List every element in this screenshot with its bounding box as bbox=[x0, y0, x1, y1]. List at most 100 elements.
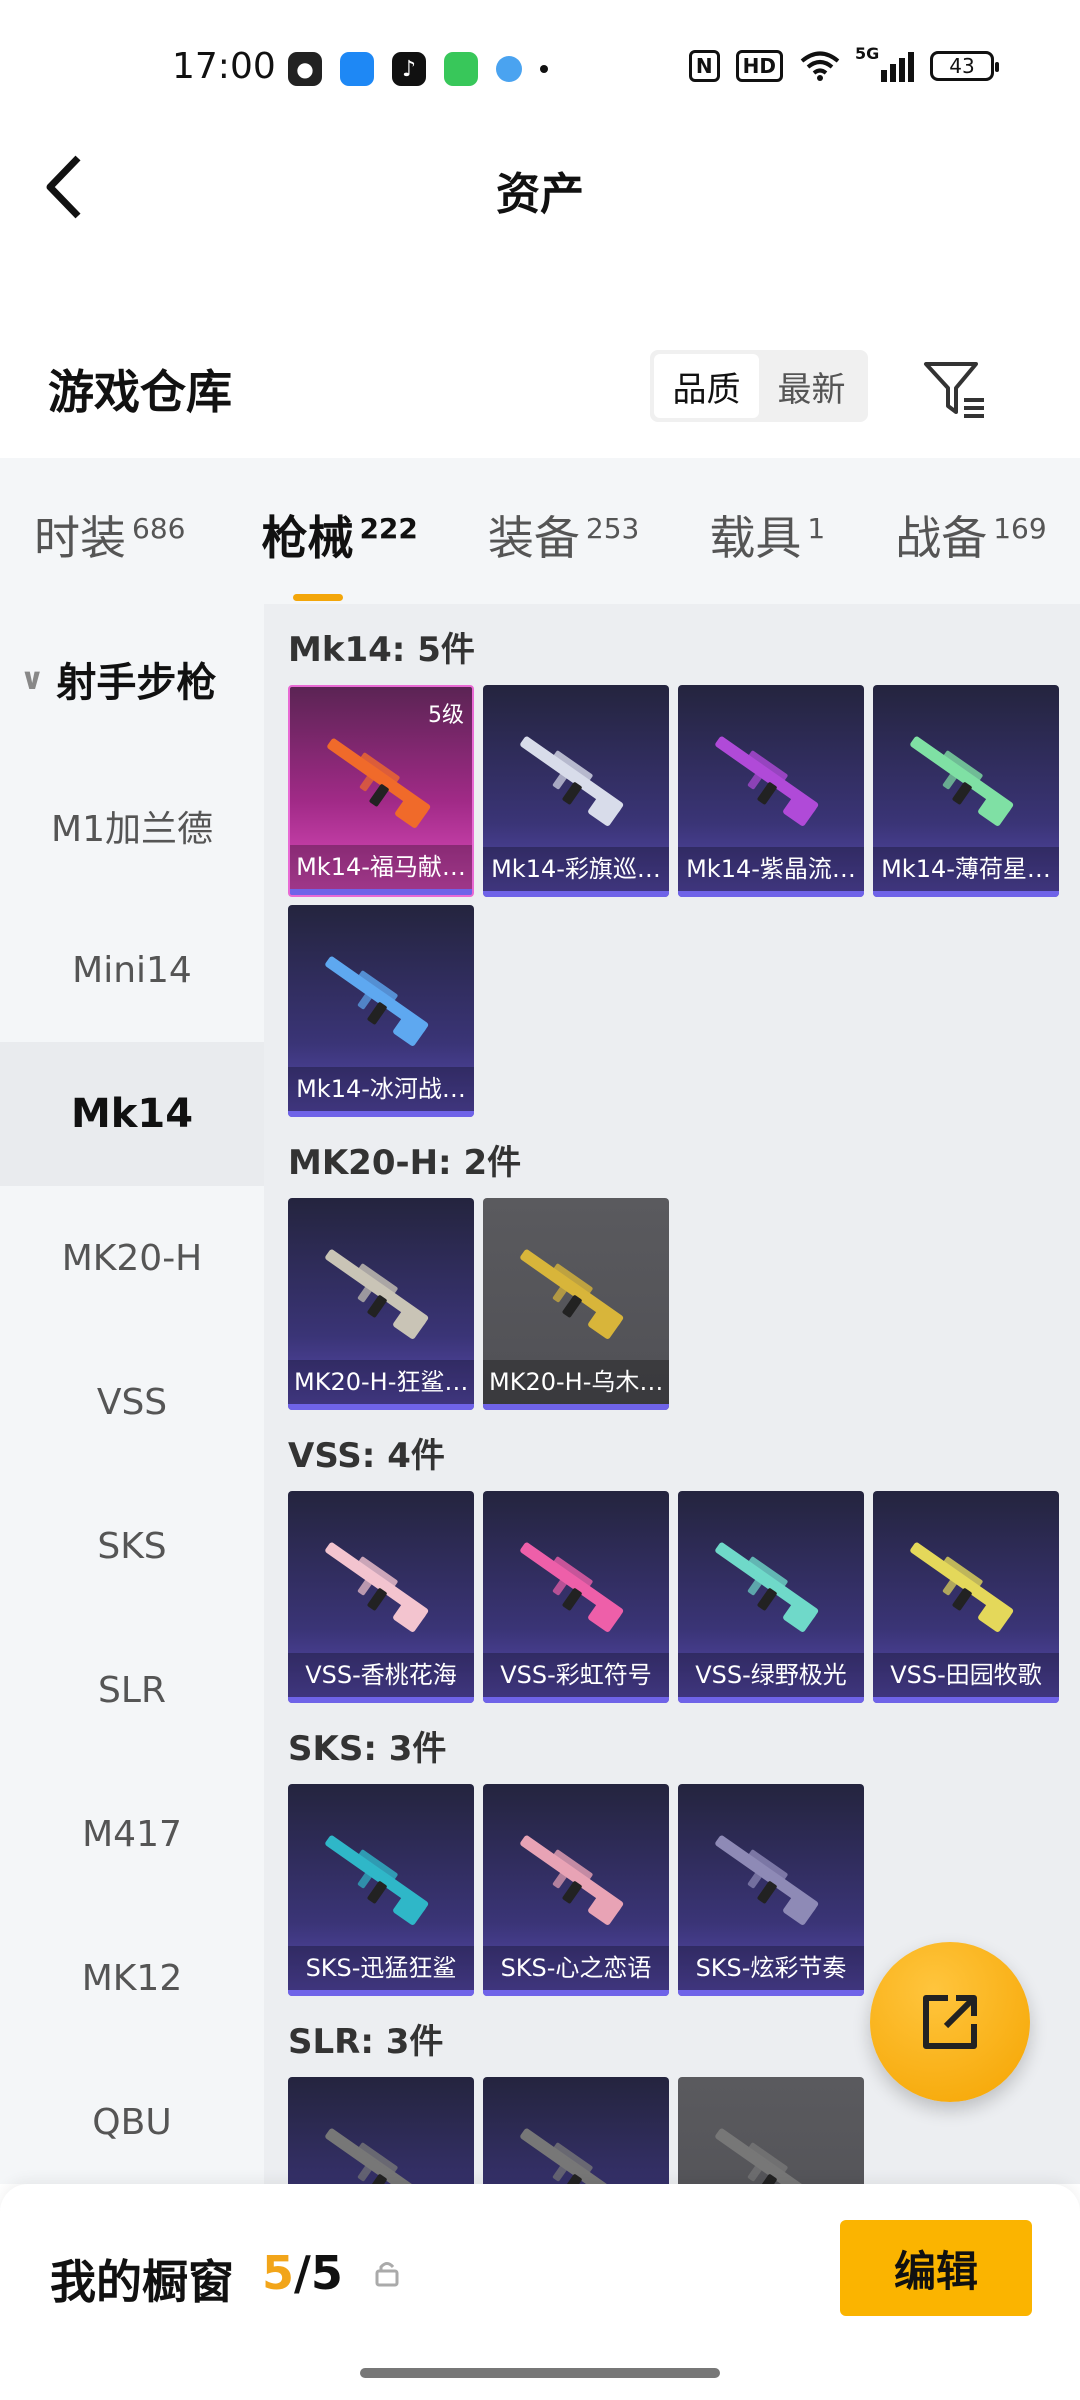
weapon-skin-card[interactable]: MK20-H-狂鲨… bbox=[288, 1198, 474, 1410]
sidebar-item-vss[interactable]: VSS bbox=[0, 1330, 264, 1474]
rarity-strip bbox=[873, 1697, 1059, 1703]
hd-icon: HD bbox=[735, 50, 783, 82]
messages-icon bbox=[444, 52, 478, 86]
tab-vehicles[interactable]: 载具 1 bbox=[689, 502, 845, 568]
weapon-skin-card[interactable] bbox=[678, 2077, 864, 2184]
sidebar-item-m1-garand[interactable]: M1加兰德 bbox=[0, 754, 264, 898]
weapon-skin-image bbox=[715, 2128, 819, 2184]
tab-label: 装备 bbox=[487, 511, 580, 565]
tab-label: 枪械 bbox=[261, 511, 354, 565]
tab-count: 253 bbox=[585, 511, 640, 545]
weapon-skin-name: Mk14-紫晶流… bbox=[678, 847, 864, 891]
level-badge: 5级 bbox=[428, 703, 464, 728]
tab-supplies[interactable]: 战备 169 bbox=[875, 502, 1066, 568]
weapon-skin-card[interactable]: 5级 Mk14-福马献… bbox=[288, 685, 474, 897]
showcase-label: 我的橱窗 bbox=[50, 2255, 234, 2309]
weapon-skin-name: Mk14-冰河战… bbox=[288, 1067, 474, 1111]
rarity-strip bbox=[678, 1697, 864, 1703]
tab-label: 载具 bbox=[709, 511, 802, 565]
weapon-skin-card[interactable]: VSS-绿野极光 bbox=[678, 1491, 864, 1703]
weapon-skin-name: SKS-迅猛狂鲨 bbox=[288, 1946, 474, 1990]
tab-firearms[interactable]: 枪械 222 bbox=[241, 502, 437, 601]
rarity-strip bbox=[678, 1990, 864, 1996]
weapon-skin-card[interactable] bbox=[483, 2077, 669, 2184]
weapon-skin-image bbox=[715, 1542, 819, 1632]
sort-quality-button[interactable]: 品质 bbox=[654, 354, 759, 418]
tab-equipment[interactable]: 装备 253 bbox=[468, 502, 659, 568]
sort-latest-button[interactable]: 最新 bbox=[759, 354, 864, 418]
skin-grid: 5级 Mk14-福马献… Mk14-彩旗巡… Mk14-紫晶流… Mk14-薄荷星… Mk… bbox=[264, 685, 1080, 1117]
share-fab-button[interactable] bbox=[870, 1942, 1030, 2102]
weapon-skin-name: SKS-心之恋语 bbox=[483, 1946, 669, 1990]
rarity-strip bbox=[873, 891, 1059, 897]
sidebar-item-qbu[interactable]: QBU bbox=[0, 2050, 264, 2194]
rarity-strip bbox=[288, 1697, 474, 1703]
sidebar-item-sks[interactable]: SKS bbox=[0, 1474, 264, 1618]
sidebar-item-m417[interactable]: M417 bbox=[0, 1762, 264, 1906]
tab-count: 222 bbox=[359, 511, 418, 545]
weapon-skin-name: SKS-炫彩节奏 bbox=[678, 1946, 864, 1990]
weapon-skin-image bbox=[520, 2128, 624, 2184]
filter-button[interactable] bbox=[920, 356, 990, 426]
weapon-skin-card[interactable]: VSS-香桃花海 bbox=[288, 1491, 474, 1703]
rarity-strip bbox=[288, 1404, 474, 1410]
weapon-skin-image bbox=[327, 738, 431, 828]
weapon-skin-image bbox=[325, 1835, 429, 1925]
group-header: SKS: 3件 bbox=[288, 1729, 447, 1769]
sidebar-group-marksman[interactable]: ∨ 射手步枪 bbox=[0, 604, 264, 754]
weapon-sidebar: ∨ 射手步枪 M1加兰德 Mini14 Mk14 MK20-H VSS SKS … bbox=[0, 604, 264, 2184]
weapon-skin-name: VSS-田园牧歌 bbox=[873, 1653, 1059, 1697]
weapon-skin-card[interactable]: Mk14-冰河战… bbox=[288, 905, 474, 1117]
home-indicator[interactable] bbox=[360, 2368, 720, 2378]
group-header: Mk14: 5件 bbox=[288, 630, 475, 670]
skin-grid: VSS-香桃花海 VSS-彩虹符号 VSS-绿野极光 VSS-田园牧歌 bbox=[264, 1491, 1080, 1703]
sidebar-item-slr[interactable]: SLR bbox=[0, 1618, 264, 1762]
weapon-skin-card[interactable]: SKS-炫彩节奏 bbox=[678, 1784, 864, 1996]
weapon-skin-card[interactable]: Mk14-紫晶流… bbox=[678, 685, 864, 897]
weapon-skin-card[interactable]: VSS-彩虹符号 bbox=[483, 1491, 669, 1703]
weapon-skin-card[interactable] bbox=[288, 2077, 474, 2184]
weapon-skin-card[interactable]: MK20-H-乌木… bbox=[483, 1198, 669, 1410]
wifi-icon bbox=[800, 51, 840, 81]
rarity-strip bbox=[483, 1404, 669, 1410]
weapon-skin-name: MK20-H-狂鲨… bbox=[288, 1360, 474, 1404]
tab-count: 686 bbox=[132, 511, 186, 545]
tab-count: 1 bbox=[807, 511, 826, 545]
chevron-down-icon: ∨ bbox=[20, 661, 45, 697]
weapon-skin-image bbox=[325, 956, 429, 1046]
rarity-strip bbox=[290, 889, 472, 895]
weapon-skin-name: VSS-香桃花海 bbox=[288, 1653, 474, 1697]
weapon-skin-image bbox=[325, 1542, 429, 1632]
weapon-skin-name: VSS-彩虹符号 bbox=[483, 1653, 669, 1697]
weapon-skin-card[interactable]: VSS-田园牧歌 bbox=[873, 1491, 1059, 1703]
sidebar-item-mini14[interactable]: Mini14 bbox=[0, 898, 264, 1042]
sidebar-item-mk12[interactable]: MK12 bbox=[0, 1906, 264, 2050]
sidebar-item-mk14[interactable]: Mk14 bbox=[0, 1042, 264, 1186]
weapon-skin-card[interactable]: Mk14-薄荷星… bbox=[873, 685, 1059, 897]
weapon-skin-name: Mk14-薄荷星… bbox=[873, 847, 1059, 891]
edit-button[interactable]: 编辑 bbox=[840, 2220, 1032, 2316]
skin-grid: MK20-H-狂鲨… MK20-H-乌木… bbox=[264, 1198, 1080, 1410]
weapon-skin-card[interactable]: SKS-心之恋语 bbox=[483, 1784, 669, 1996]
tab-fashion[interactable]: 时装 686 bbox=[14, 502, 205, 568]
category-tabs: 时装 686 枪械 222 装备 253 载具 1 战备 169 bbox=[0, 458, 1080, 604]
section-title: 游戏仓库 bbox=[48, 365, 232, 419]
weapon-skin-image bbox=[520, 1835, 624, 1925]
signal-icon: 5G bbox=[855, 44, 914, 82]
status-time: 17:00 bbox=[172, 46, 276, 87]
weapon-skin-image bbox=[715, 736, 819, 826]
tab-label: 战备 bbox=[895, 511, 988, 565]
weapon-skin-image bbox=[520, 736, 624, 826]
status-bar: 17:00 ● ♪ N HD 5G 43 bbox=[0, 0, 1080, 140]
weapon-skin-name: Mk14-彩旗巡… bbox=[483, 847, 669, 891]
rarity-strip bbox=[678, 891, 864, 897]
share-icon bbox=[923, 1995, 977, 2049]
sort-toggle: 品质 最新 bbox=[650, 350, 868, 422]
app-dot-icon bbox=[496, 56, 522, 82]
weapon-skin-card[interactable]: SKS-迅猛狂鲨 bbox=[288, 1784, 474, 1996]
sidebar-item-mk20h[interactable]: MK20-H bbox=[0, 1186, 264, 1330]
showcase-count: 5/5 bbox=[262, 2246, 343, 2300]
rarity-strip bbox=[483, 891, 669, 897]
rarity-strip bbox=[288, 1111, 474, 1117]
weapon-skin-card[interactable]: Mk14-彩旗巡… bbox=[483, 685, 669, 897]
